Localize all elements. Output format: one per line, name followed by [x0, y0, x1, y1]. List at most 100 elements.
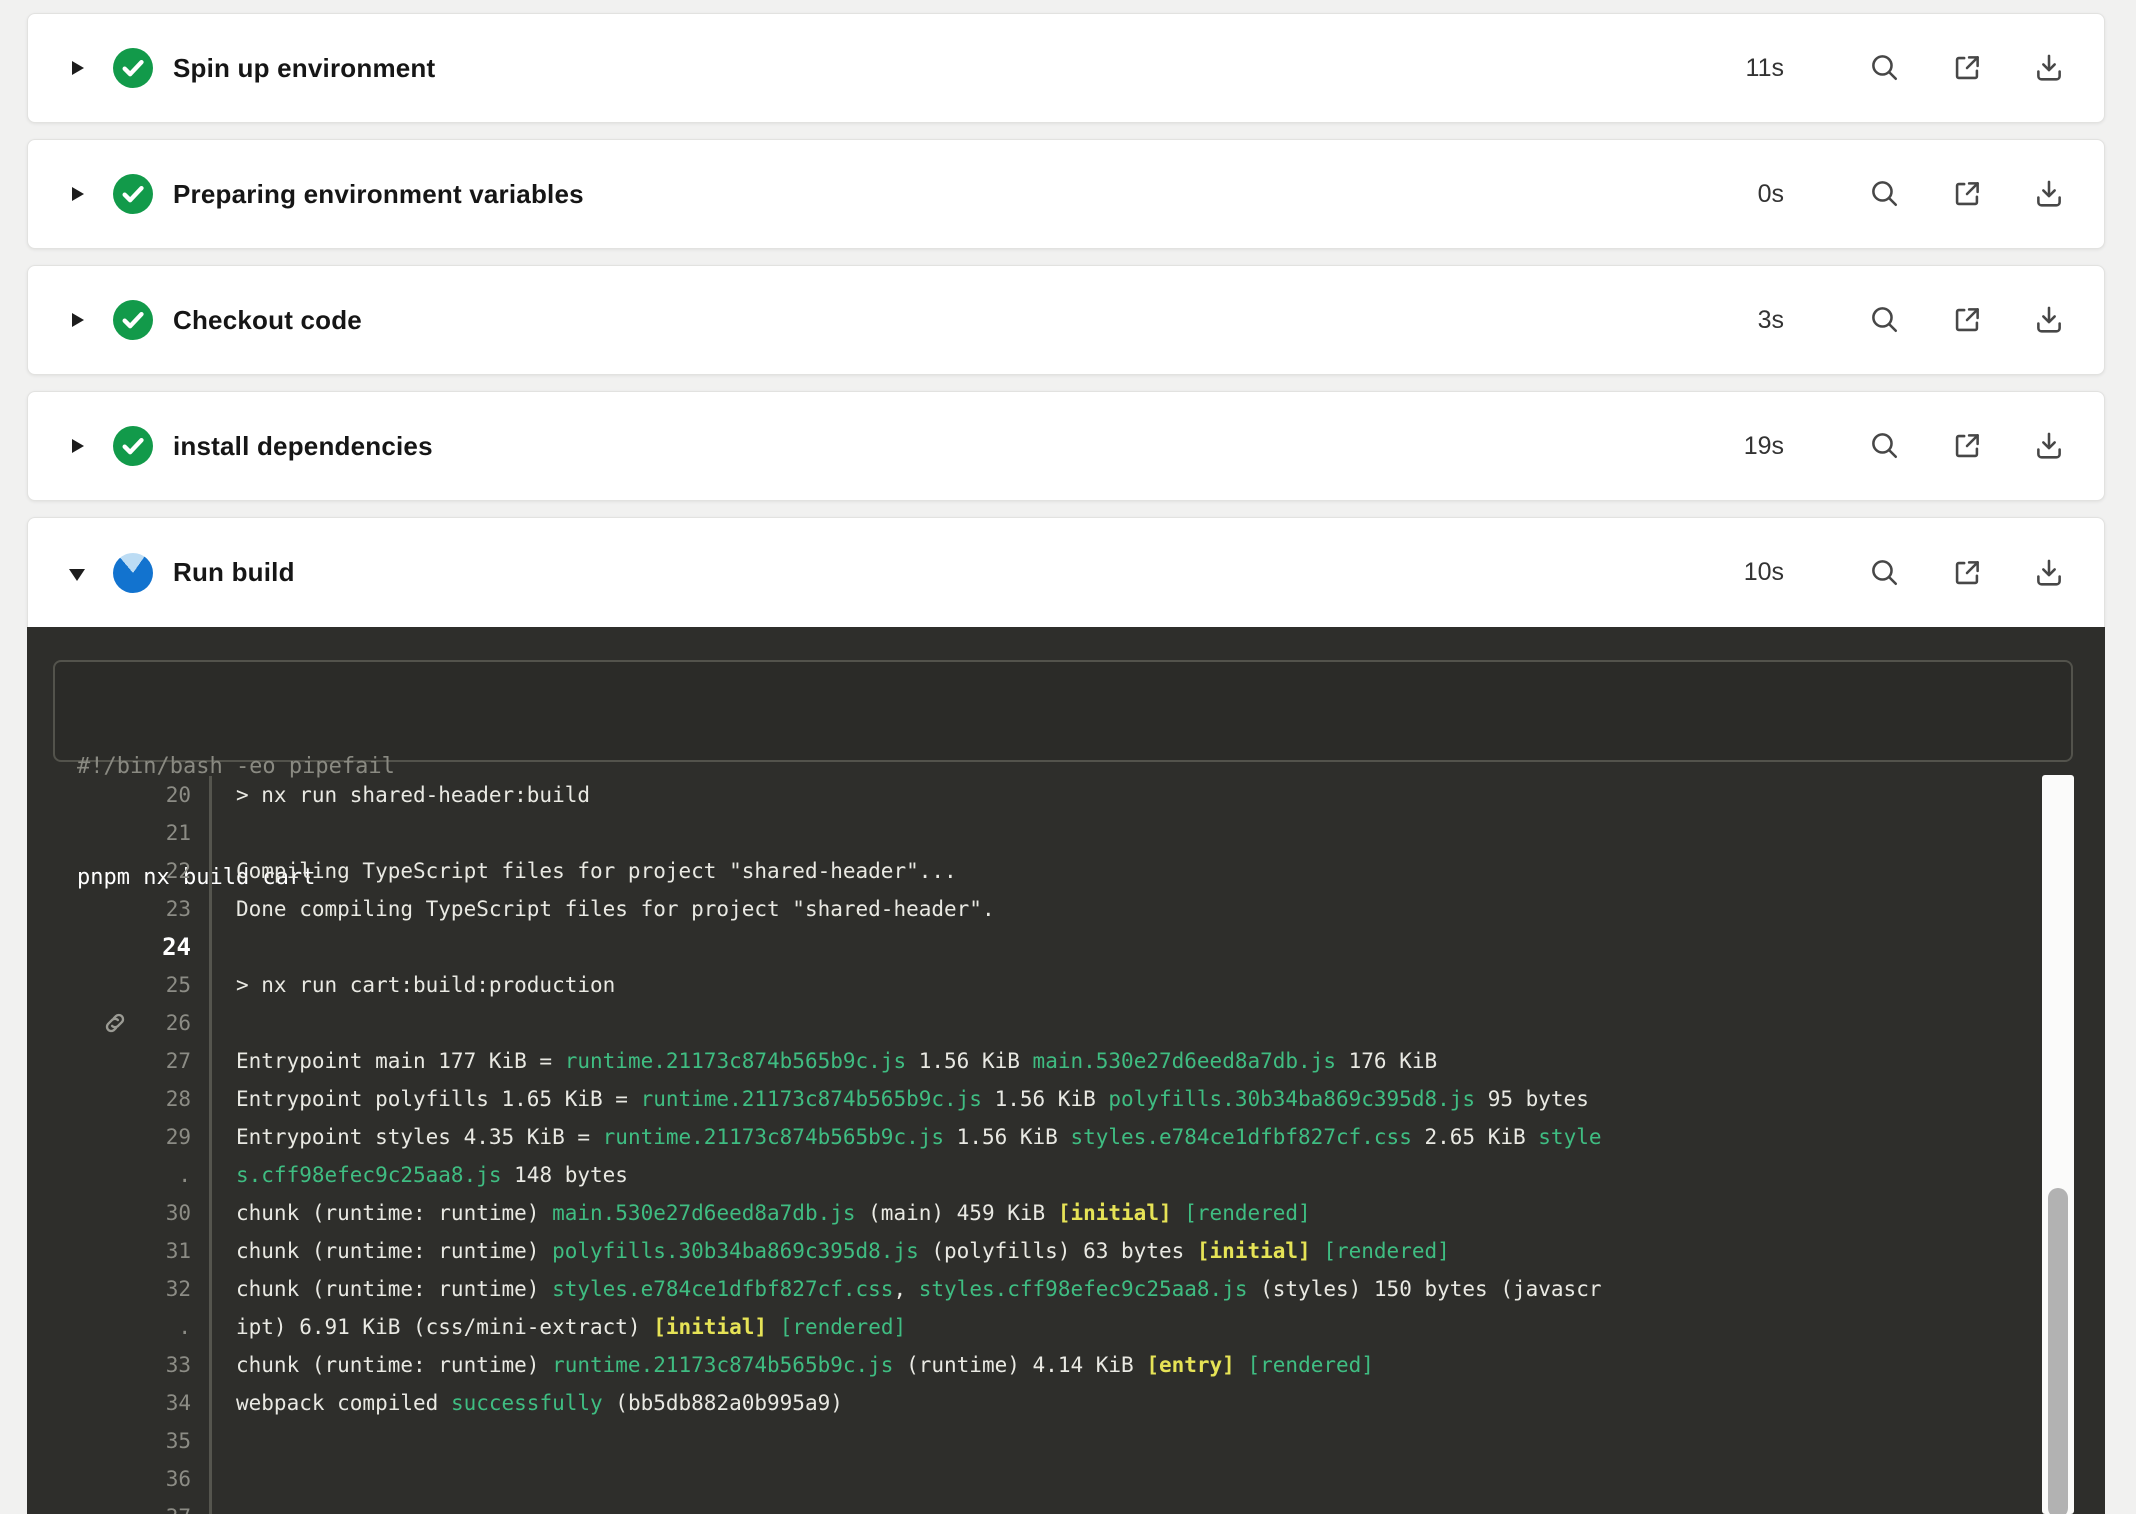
log-segment: s.cff98efec9c25aa8.js — [236, 1163, 502, 1187]
download-icon[interactable] — [2032, 51, 2066, 85]
search-icon[interactable] — [1868, 51, 1902, 85]
line-number[interactable]: 25 — [27, 966, 197, 1004]
step-title: Checkout code — [173, 305, 362, 336]
link-icon[interactable] — [101, 933, 129, 961]
chevron-right-icon — [71, 184, 86, 204]
log-segment: [initial] — [1058, 1201, 1172, 1225]
line-number[interactable]: 37 — [27, 1498, 197, 1514]
search-icon[interactable] — [1868, 303, 1902, 337]
line-number[interactable]: 31 — [27, 1232, 197, 1270]
log-segment: 148 bytes — [502, 1163, 628, 1187]
log-line: 25 > nx run cart:build:production — [27, 966, 2041, 1004]
line-number[interactable]: 26 — [27, 1004, 197, 1042]
open-external-icon[interactable] — [1950, 429, 1984, 463]
log-segment: 1.56 KiB — [944, 1125, 1070, 1149]
open-external-icon[interactable] — [1950, 51, 1984, 85]
log-line: 36 — [27, 1460, 2041, 1498]
step-row-install-dependencies[interactable]: install dependencies 19s — [27, 391, 2105, 501]
log-line: 37 — [27, 1498, 2041, 1514]
log-segment: 1.56 KiB — [906, 1049, 1032, 1073]
line-number[interactable]: 33 — [27, 1346, 197, 1384]
log-line: . ipt) 6.91 KiB (css/mini-extract) [initi… — [27, 1308, 2041, 1346]
terminal-scrollbar-thumb[interactable] — [2048, 1188, 2068, 1514]
step-row-preparing-environment-variables[interactable]: Preparing environment variables 0s — [27, 139, 2105, 249]
log-line: 28 Entrypoint polyfills 1.65 KiB = runtim… — [27, 1080, 2041, 1118]
check-circle-icon — [113, 174, 153, 214]
download-icon[interactable] — [2032, 429, 2066, 463]
step-row-run-build[interactable]: Run build 10s — [27, 517, 2105, 627]
log-text: Entrypoint styles 4.35 KiB = runtime.211… — [209, 1118, 2041, 1156]
log-line: 22 Compiling TypeScript files for project… — [27, 852, 2041, 890]
log-line: 30chunk (runtime: runtime) main.530e27d6… — [27, 1194, 2041, 1232]
download-icon[interactable] — [2032, 177, 2066, 211]
log-line: . s.cff98efec9c25aa8.js 148 bytes — [27, 1156, 2041, 1194]
log-segment: Entrypoint main 177 KiB = — [236, 1049, 565, 1073]
step-duration: 0s — [1732, 180, 1784, 209]
log-segment: styles.e784ce1dfbf827cf.css — [552, 1277, 893, 1301]
open-external-icon[interactable] — [1950, 556, 1984, 590]
step-duration: 10s — [1732, 558, 1784, 587]
log-line: 21 — [27, 814, 2041, 852]
log-segment: runtime.21173c874b565b9c.js — [565, 1049, 906, 1073]
line-number[interactable]: . — [27, 1308, 197, 1346]
step-title: install dependencies — [173, 431, 433, 462]
line-number[interactable]: 27 — [27, 1042, 197, 1080]
log-text: Compiling TypeScript files for project "… — [209, 852, 2041, 890]
log-line: 33 chunk (runtime: runtime) runtime.21173… — [27, 1346, 2041, 1384]
log-segment: (polyfills) 63 bytes — [919, 1239, 1197, 1263]
line-number[interactable]: 21 — [27, 814, 197, 852]
step-row-checkout-code[interactable]: Checkout code 3s — [27, 265, 2105, 375]
download-icon[interactable] — [2032, 556, 2066, 590]
line-number[interactable]: 30 — [27, 1194, 197, 1232]
check-circle-icon — [113, 48, 153, 88]
log-text: chunk (runtime: runtime) runtime.21173c8… — [209, 1346, 2041, 1384]
log-text: Done compiling TypeScript files for proj… — [209, 890, 2041, 928]
step-title: Preparing environment variables — [173, 179, 584, 210]
log-text: Entrypoint main 177 KiB = runtime.21173c… — [209, 1042, 2041, 1080]
search-icon[interactable] — [1868, 429, 1902, 463]
step-title: Spin up environment — [173, 53, 435, 84]
log-segment: styles.cff98efec9c25aa8.js — [919, 1277, 1248, 1301]
log-segment: [rendered] — [1184, 1201, 1310, 1225]
line-number[interactable]: 34 — [27, 1384, 197, 1422]
log-segment: [initial] — [653, 1315, 767, 1339]
open-external-icon[interactable] — [1950, 303, 1984, 337]
step-title: Run build — [173, 557, 295, 588]
log-line: 34webpack compiled successfully (bb5db88… — [27, 1384, 2041, 1422]
line-number[interactable]: 29 — [27, 1118, 197, 1156]
log-text: ipt) 6.91 KiB (css/mini-extract) [initia… — [209, 1308, 2041, 1346]
log-segment: > nx run cart:build:production — [236, 973, 615, 997]
build-steps-page: Spin up environment 11s Preparing enviro… — [0, 0, 2136, 1514]
search-icon[interactable] — [1868, 556, 1902, 590]
download-icon[interactable] — [2032, 303, 2066, 337]
line-number[interactable]: 22 — [27, 852, 197, 890]
line-number[interactable]: 28 — [27, 1080, 197, 1118]
line-number[interactable]: 23 — [27, 890, 197, 928]
line-number[interactable]: 32 — [27, 1270, 197, 1308]
log-line: 32 chunk (runtime: runtime) styles.e784ce… — [27, 1270, 2041, 1308]
log-text: Entrypoint polyfills 1.65 KiB = runtime.… — [209, 1080, 2041, 1118]
log-segment: , — [893, 1277, 918, 1301]
log-segment: (bb5db882a0b995a9) — [603, 1391, 843, 1415]
log-text: chunk (runtime: runtime) styles.e784ce1d… — [209, 1270, 2041, 1308]
log-text: > nx run cart:build:production — [209, 966, 2041, 1004]
search-icon[interactable] — [1868, 177, 1902, 211]
log-text — [209, 1460, 2041, 1498]
terminal-scrollbar-track[interactable] — [2042, 775, 2074, 1514]
line-number[interactable]: . — [27, 1156, 197, 1194]
line-number[interactable]: 36 — [27, 1460, 197, 1498]
log-segment: 2.65 KiB — [1412, 1125, 1538, 1149]
step-row-spin-up-environment[interactable]: Spin up environment 11s — [27, 13, 2105, 123]
log-line: 27 Entrypoint main 177 KiB = runtime.2117… — [27, 1042, 2041, 1080]
terminal-output: #!/bin/bash -eo pipefail pnpm nx build c… — [27, 627, 2105, 1514]
step-duration: 11s — [1732, 54, 1784, 83]
open-external-icon[interactable] — [1950, 177, 1984, 211]
check-circle-icon — [113, 300, 153, 340]
log-segment — [1235, 1353, 1248, 1377]
log-line: 26 — [27, 1004, 2041, 1042]
line-number[interactable]: 35 — [27, 1422, 197, 1460]
log-segment: [rendered] — [1248, 1353, 1374, 1377]
log-segment: 95 bytes — [1475, 1087, 1589, 1111]
line-number[interactable]: 20 — [27, 776, 197, 814]
log-segment: styles.e784ce1dfbf827cf.css — [1070, 1125, 1411, 1149]
